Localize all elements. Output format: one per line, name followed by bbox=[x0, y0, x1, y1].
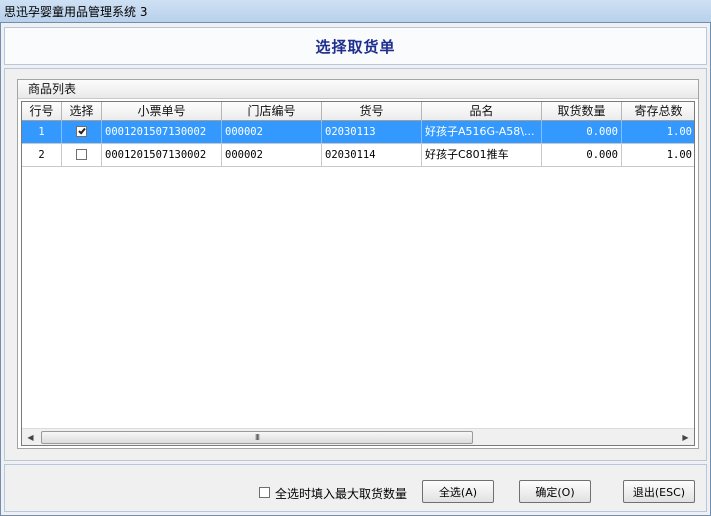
grip-icon: III bbox=[254, 433, 260, 442]
cell-store-no: 000002 bbox=[222, 121, 322, 143]
exit-button[interactable]: 退出(ESC) bbox=[623, 480, 695, 503]
table-row[interactable]: 2 0001201507130002 000002 02030114 好孩子C8… bbox=[22, 144, 694, 167]
header-panel: 选择取货单 bbox=[4, 27, 707, 65]
column-header-store-no[interactable]: 门店编号 bbox=[222, 102, 322, 121]
column-header-item-no[interactable]: 货号 bbox=[322, 102, 422, 121]
cell-select[interactable] bbox=[62, 121, 102, 143]
scroll-right-icon[interactable]: ▶ bbox=[677, 429, 694, 445]
footer-bar: 全选时填入最大取货数量 全选(A) 确定(O) 退出(ESC) bbox=[4, 464, 707, 512]
cell-receipt-no: 0001201507130002 bbox=[102, 144, 222, 166]
column-header-product-name[interactable]: 品名 bbox=[422, 102, 542, 121]
cell-stored-total: 1.00 bbox=[622, 121, 694, 143]
product-grid[interactable]: 行号 选择 小票单号 门店编号 货号 品名 取货数量 寄存总数 1 000120… bbox=[21, 101, 695, 446]
cell-pickup-qty[interactable]: 0.000 bbox=[542, 144, 622, 166]
cell-line-no: 2 bbox=[22, 144, 62, 166]
cell-store-no: 000002 bbox=[222, 144, 322, 166]
column-header-select[interactable]: 选择 bbox=[62, 102, 102, 121]
fill-max-label: 全选时填入最大取货数量 bbox=[275, 486, 408, 501]
cell-select[interactable] bbox=[62, 144, 102, 166]
cell-product-name: 好孩子A516G-A58\... bbox=[422, 121, 542, 143]
cell-receipt-no: 0001201507130002 bbox=[102, 121, 222, 143]
cell-stored-total: 1.00 bbox=[622, 144, 694, 166]
select-all-button[interactable]: 全选(A) bbox=[422, 480, 494, 503]
column-header-pickup-qty[interactable]: 取货数量 bbox=[542, 102, 622, 121]
cell-line-no: 1 bbox=[22, 121, 62, 143]
fill-max-checkbox[interactable] bbox=[259, 486, 270, 498]
scroll-left-icon[interactable]: ◀ bbox=[22, 429, 39, 445]
dialog-title: 选择取货单 bbox=[315, 37, 396, 56]
cell-item-no: 02030114 bbox=[322, 144, 422, 166]
product-list-title: 商品列表 bbox=[18, 80, 698, 99]
check-icon bbox=[78, 126, 86, 134]
cell-product-name: 好孩子C801推车 bbox=[422, 144, 542, 166]
horizontal-scrollbar[interactable]: ◀ III ▶ bbox=[22, 428, 694, 445]
cell-pickup-qty[interactable]: 0.000 bbox=[542, 121, 622, 143]
grid-header: 行号 选择 小票单号 门店编号 货号 品名 取货数量 寄存总数 bbox=[22, 102, 694, 121]
app-title: 思迅孕婴童用品管理系统 3 bbox=[4, 5, 148, 19]
product-list-group: 商品列表 行号 选择 小票单号 门店编号 货号 品名 取货数量 寄存总数 1 0… bbox=[17, 79, 699, 449]
dialog-window: 选择取货单 商品列表 行号 选择 小票单号 门店编号 货号 品名 取货数量 寄存… bbox=[0, 22, 711, 516]
fill-max-checkbox-row[interactable]: 全选时填入最大取货数量 bbox=[259, 485, 407, 501]
row-checkbox[interactable] bbox=[76, 148, 87, 160]
cell-item-no: 02030113 bbox=[322, 121, 422, 143]
column-header-stored-total[interactable]: 寄存总数 bbox=[622, 102, 694, 121]
grid-rows: 1 0001201507130002 000002 02030113 好孩子A5… bbox=[22, 121, 694, 167]
row-checkbox[interactable] bbox=[76, 125, 87, 137]
ok-button[interactable]: 确定(O) bbox=[519, 480, 591, 503]
table-row[interactable]: 1 0001201507130002 000002 02030113 好孩子A5… bbox=[22, 121, 694, 144]
content-panel: 商品列表 行号 选择 小票单号 门店编号 货号 品名 取货数量 寄存总数 1 0… bbox=[4, 68, 707, 461]
column-header-receipt-no[interactable]: 小票单号 bbox=[102, 102, 222, 121]
title-bar: 思迅孕婴童用品管理系统 3 bbox=[0, 0, 711, 22]
scrollbar-thumb[interactable]: III bbox=[41, 431, 473, 444]
column-header-line-no[interactable]: 行号 bbox=[22, 102, 62, 121]
